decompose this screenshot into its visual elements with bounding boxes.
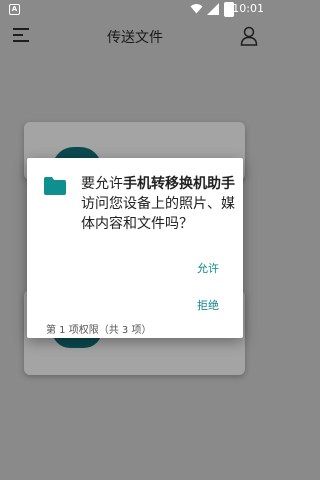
status-time: 10:01 [232, 2, 264, 15]
notification-a-icon: A [9, 4, 20, 15]
app-bar: 传送文件 [0, 18, 270, 54]
dialog-message: 要允许手机转移换机助手访问您设备上的照片、媒体内容和文件吗？ [81, 174, 241, 234]
folder-icon [44, 177, 66, 195]
user-icon[interactable] [240, 26, 258, 46]
permission-counter: 第 1 项权限（共 3 项） [46, 325, 152, 336]
status-bar: A 10:01 [0, 0, 270, 18]
allow-button[interactable]: 允许 [197, 260, 219, 276]
message-suffix: 访问您设备上的照片、媒体内容和文件吗？ [81, 196, 235, 232]
app-name: 手机转移换机助手 [123, 176, 235, 192]
signal-icon [207, 3, 219, 15]
page-title: 传送文件 [107, 30, 163, 46]
message-prefix: 要允许 [81, 176, 123, 192]
permission-dialog: 要允许手机转移换机助手访问您设备上的照片、媒体内容和文件吗？ 允许 拒绝 第 1… [27, 158, 243, 338]
deny-button[interactable]: 拒绝 [197, 297, 219, 313]
wifi-icon [190, 4, 203, 14]
